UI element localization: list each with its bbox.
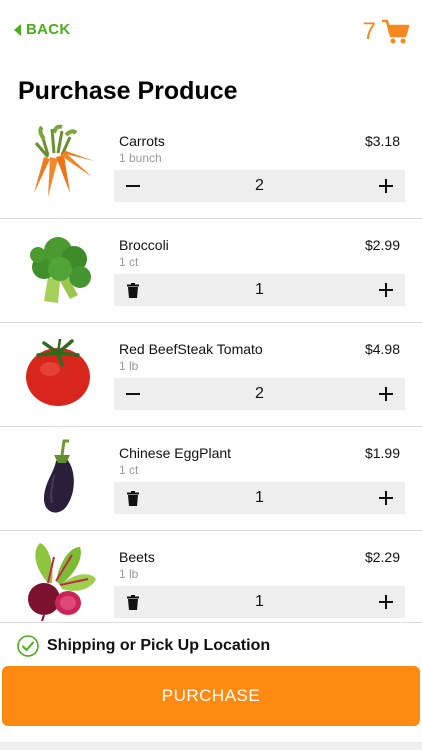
cart-item: Carrots 1 bunch $3.18 2: [0, 115, 422, 219]
quantity-stepper: 1: [114, 274, 405, 306]
quantity-stepper: 2: [114, 378, 405, 410]
quantity-value: 1: [255, 281, 264, 298]
back-button[interactable]: BACK: [14, 21, 71, 38]
cart-button[interactable]: 7: [363, 18, 410, 46]
top-bar: BACK 7: [0, 0, 422, 70]
item-price: $1.99: [364, 445, 400, 461]
plus-icon: [379, 595, 393, 609]
item-unit: 1 ct: [119, 463, 139, 477]
quantity-value: 1: [255, 489, 264, 506]
item-name: Chinese EggPlant: [119, 445, 232, 461]
quantity-stepper: 1: [114, 482, 405, 514]
item-price: $2.99: [364, 237, 400, 253]
item-price: $3.18: [364, 133, 400, 149]
cart-count: 7: [362, 18, 376, 45]
item-unit: 1 lb: [119, 359, 139, 373]
quantity-stepper: 2: [114, 170, 405, 202]
quantity-value: 2: [255, 177, 264, 194]
cart-item: Broccoli 1 ct $2.99 1: [0, 219, 422, 323]
cart-item: Red BeefSteak Tomato 1 lb $4.98 2: [0, 323, 422, 427]
increment-button[interactable]: [369, 170, 403, 202]
quantity-stepper: 1: [114, 586, 405, 618]
purchase-button[interactable]: PURCHASE: [2, 666, 420, 726]
purchase-produce-screen: BACK 7 Purchase Produce Carrots 1 bunch …: [0, 0, 422, 750]
check-circle-icon[interactable]: [17, 635, 39, 657]
increment-button[interactable]: [369, 378, 403, 410]
eggplant-image: [44, 439, 74, 513]
chevron-left-icon: [14, 23, 21, 36]
plus-icon: [379, 283, 393, 297]
page-title: Purchase Produce: [18, 77, 238, 105]
item-unit: 1 ct: [119, 255, 139, 269]
beets-image: [28, 543, 96, 621]
increment-button[interactable]: [369, 482, 403, 514]
back-label: BACK: [26, 21, 71, 38]
quantity-value: 1: [255, 593, 264, 610]
bottom-strip: [0, 742, 422, 750]
plus-icon: [379, 179, 393, 193]
item-unit: 1 lb: [119, 567, 139, 581]
increment-button[interactable]: [369, 274, 403, 306]
item-price: $2.29: [364, 549, 400, 565]
quantity-value: 2: [255, 385, 264, 402]
tomato-image: [26, 338, 90, 406]
carrots-image: [34, 124, 94, 197]
item-name: Beets: [119, 549, 155, 565]
shopping-cart-icon: [382, 19, 410, 44]
purchase-label: PURCHASE: [161, 686, 261, 705]
plus-icon: [379, 491, 393, 505]
plus-icon: [379, 387, 393, 401]
broccoli-image: [30, 237, 91, 303]
item-name: Red BeefSteak Tomato: [119, 341, 263, 357]
shipping-label: Shipping or Pick Up Location: [47, 637, 271, 654]
increment-button[interactable]: [369, 586, 403, 618]
cart-item: Chinese EggPlant 1 ct $1.99 1: [0, 427, 422, 531]
shipping-option[interactable]: Shipping or Pick Up Location: [0, 622, 422, 668]
item-price: $4.98: [364, 341, 400, 357]
item-name: Broccoli: [119, 237, 169, 253]
item-name: Carrots: [119, 133, 165, 149]
item-unit: 1 bunch: [119, 151, 162, 165]
cart-item: Beets 1 lb $2.29 1: [0, 531, 422, 635]
